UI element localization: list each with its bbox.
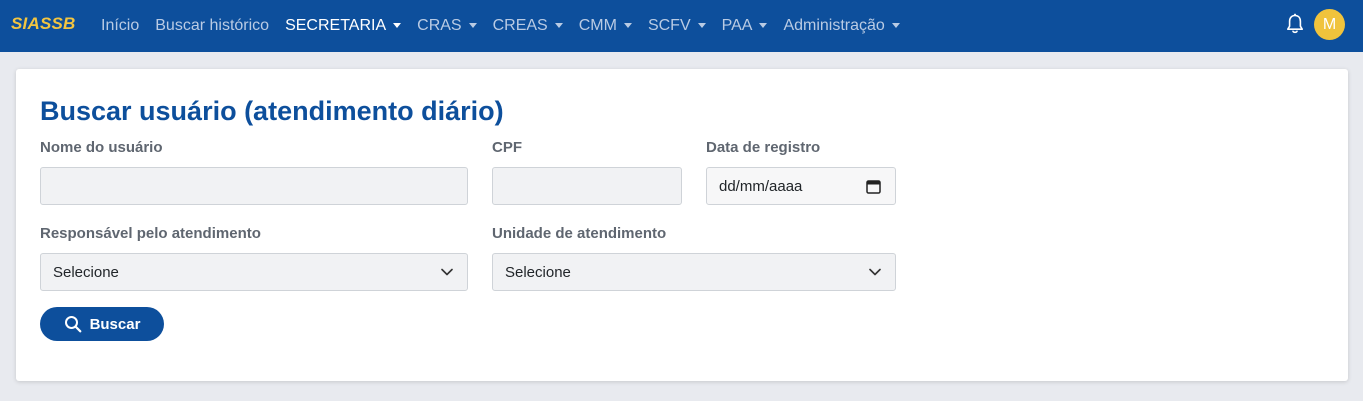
- unit-select-value: Selecione: [505, 263, 571, 281]
- bell-icon[interactable]: [1285, 13, 1305, 35]
- nav-item-label: PAA: [721, 17, 753, 34]
- nav-item-administracao[interactable]: Administração: [783, 17, 900, 35]
- caret-down-icon: [759, 22, 768, 28]
- caret-down-icon: [891, 22, 900, 28]
- nav-item-label: CRAS: [417, 17, 462, 34]
- nav-item-label: CREAS: [492, 17, 548, 34]
- calendar-icon[interactable]: [866, 179, 881, 194]
- unit-select[interactable]: Selecione: [492, 253, 896, 291]
- nav-item-paa[interactable]: PAA: [722, 17, 768, 35]
- name-input[interactable]: [40, 167, 468, 205]
- brand-logo[interactable]: SIASSB: [11, 14, 76, 34]
- date-input-value: dd/mm/aaaa: [719, 177, 803, 195]
- nav-item-label: Início: [101, 17, 140, 34]
- responsible-select-value: Selecione: [53, 263, 119, 281]
- chevron-down-icon: [869, 268, 881, 276]
- caret-down-icon: [393, 22, 402, 28]
- nav-item-cras[interactable]: CRAS: [417, 17, 477, 35]
- nav-item-label: Administração: [783, 17, 885, 34]
- date-label: Data de registro: [706, 139, 821, 156]
- nav-item-scfv[interactable]: SCFV: [648, 17, 706, 35]
- nav-item-label: Buscar histórico: [155, 17, 270, 34]
- nav-item-cmm[interactable]: CMM: [579, 17, 632, 35]
- responsible-label: Responsável pelo atendimento: [40, 225, 261, 242]
- nav-item-label: SECRETARIA: [285, 17, 387, 34]
- caret-down-icon: [697, 22, 706, 28]
- nav-item-buscar-historico[interactable]: Buscar histórico: [155, 17, 269, 35]
- nav-item-label: SCFV: [647, 17, 691, 34]
- name-label: Nome do usuário: [40, 139, 163, 156]
- responsible-select[interactable]: Selecione: [40, 253, 468, 291]
- nav-item-secretaria[interactable]: SECRETARIA: [285, 17, 402, 35]
- avatar[interactable]: M: [1314, 9, 1345, 40]
- nav-item-inicio[interactable]: Início: [101, 17, 139, 35]
- cpf-label: CPF: [492, 139, 522, 156]
- nav-item-creas[interactable]: CREAS: [493, 17, 563, 35]
- caret-down-icon: [623, 22, 632, 28]
- search-card: Buscar usuário (atendimento diário) Nome…: [16, 69, 1348, 381]
- caret-down-icon: [554, 22, 563, 28]
- page-title: Buscar usuário (atendimento diário): [40, 96, 504, 126]
- top-navbar: SIASSB Início Buscar histórico SECRETARI…: [0, 0, 1363, 52]
- unit-label: Unidade de atendimento: [492, 225, 667, 242]
- nav-item-label: CMM: [578, 17, 617, 34]
- avatar-initial: M: [1322, 15, 1337, 33]
- nav-menu: Início Buscar histórico SECRETARIA CRAS …: [101, 0, 916, 52]
- chevron-down-icon: [441, 268, 453, 276]
- date-input[interactable]: dd/mm/aaaa: [706, 167, 896, 205]
- cpf-input[interactable]: [492, 167, 682, 205]
- caret-down-icon: [468, 22, 477, 28]
- search-icon: [64, 316, 81, 333]
- search-button-label: Buscar: [89, 315, 141, 333]
- search-button[interactable]: Buscar: [40, 307, 164, 341]
